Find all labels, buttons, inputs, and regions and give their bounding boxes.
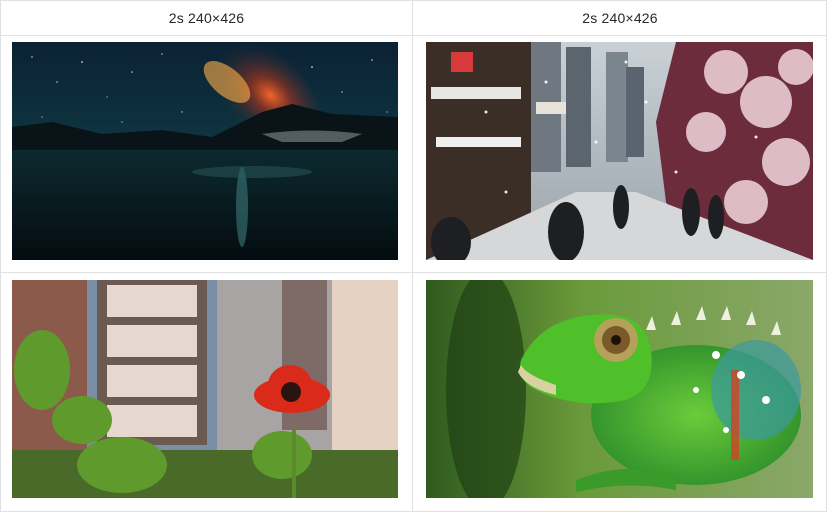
column-header-2: 2s 240×426 bbox=[582, 10, 658, 26]
video-comparison-table: 2s 240×426 2s 240×426 bbox=[0, 0, 827, 512]
red-flower-window-video[interactable] bbox=[12, 280, 398, 498]
column-divider bbox=[412, 1, 413, 511]
row-divider bbox=[1, 272, 826, 273]
snowy-city-street-video[interactable] bbox=[426, 42, 813, 260]
galaxy-lake-night-video[interactable] bbox=[12, 42, 398, 260]
chameleon-video[interactable] bbox=[426, 280, 813, 498]
header-divider bbox=[1, 35, 826, 36]
column-header-1: 2s 240×426 bbox=[168, 10, 245, 26]
